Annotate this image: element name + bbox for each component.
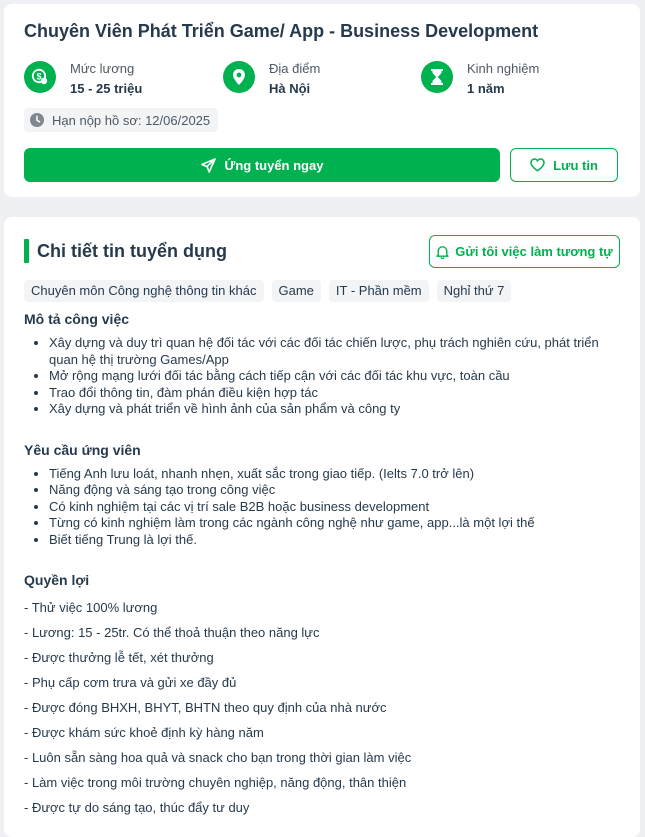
experience-value: 1 năm (467, 81, 505, 96)
list-item: - Được đóng BHXH, BHYT, BHTN theo quy đị… (24, 700, 387, 715)
location-info: Địa điểm Hà Nội (223, 59, 403, 99)
list-item: - Thử việc 100% lương (24, 600, 158, 615)
list-item: Xây dựng và phát triển về hình ảnh của s… (49, 401, 624, 418)
tag-chip[interactable]: IT - Phần mềm (328, 280, 429, 302)
experience-label: Kinh nghiệm (467, 61, 540, 76)
requirements-list: Tiếng Anh lưu loát, nhanh nhẹn, xuất sắc… (49, 466, 624, 549)
svg-text:$: $ (36, 71, 41, 81)
list-item: Mở rộng mạng lưới đối tác bằng cách tiếp… (49, 368, 624, 385)
list-item: - Được khám sức khoẻ định kỳ hàng năm (24, 725, 264, 740)
list-item: - Luôn sẵn sàng hoa quả và snack cho bạn… (24, 750, 412, 765)
benefits-heading: Quyền lợi (24, 572, 90, 588)
benefits-list: - Thử việc 100% lương - Lương: 15 - 25tr… (24, 595, 624, 820)
job-description-content: Mô tả công việc Xây dựng và duy trì quan… (24, 311, 624, 820)
clock-icon (30, 113, 44, 127)
list-item: Từng có kinh nghiệm làm trong các ngành … (49, 515, 624, 532)
bell-icon (436, 245, 449, 259)
heart-icon (530, 158, 545, 172)
money-icon: $ (24, 61, 56, 93)
tag-chip[interactable]: Chuyên môn Công nghệ thông tin khác (24, 280, 264, 302)
job-detail-card: Chi tiết tin tuyển dụng Gửi tôi việc làm… (4, 217, 640, 837)
list-item: - Phụ cấp cơm trưa và gửi xe đầy đủ (24, 675, 237, 690)
list-item: Biết tiếng Trung là lợi thế. (49, 532, 624, 549)
save-job-button[interactable]: Lưu tin (510, 148, 618, 182)
detail-title: Chi tiết tin tuyển dụng (37, 241, 227, 261)
section-accent-bar (24, 239, 29, 263)
salary-info: $ Mức lương 15 - 25 triệu (24, 59, 204, 99)
location-label: Địa điểm (269, 61, 321, 76)
notify-similar-jobs-button[interactable]: Gửi tôi việc làm tương tự (429, 235, 620, 268)
list-item: Trao đổi thông tin, đàm phán điều kiện h… (49, 385, 624, 402)
notify-button-label: Gửi tôi việc làm tương tự (455, 244, 613, 259)
job-summary-card: Chuyên Viên Phát Triển Game/ App - Busin… (4, 4, 640, 197)
list-item: - Làm việc trong môi trường chuyên nghiệ… (24, 775, 407, 790)
description-heading: Mô tả công việc (24, 311, 130, 327)
list-item: Tiếng Anh lưu loát, nhanh nhẹn, xuất sắc… (49, 466, 624, 483)
list-item: - Lương: 15 - 25tr. Có thể thoả thuận th… (24, 625, 320, 640)
list-item: - Được thưởng lễ tết, xét thưởng (24, 650, 214, 665)
map-pin-icon (223, 61, 255, 93)
list-item: Có kinh nghiệm tại các vị trí sale B2B h… (49, 499, 624, 516)
apply-button[interactable]: Ứng tuyển ngay (24, 148, 500, 182)
apply-button-label: Ứng tuyển ngay (224, 157, 324, 173)
job-title: Chuyên Viên Phát Triển Game/ App - Busin… (24, 21, 539, 41)
deadline-text: Hạn nộp hồ sơ: 12/06/2025 (52, 112, 211, 128)
experience-info: Kinh nghiệm 1 năm (421, 59, 601, 99)
save-job-label: Lưu tin (553, 157, 598, 173)
tag-chip[interactable]: Game (271, 280, 321, 302)
description-list: Xây dựng và duy trì quan hệ đối tác với … (49, 335, 624, 418)
requirements-heading: Yêu cầu ứng viên (24, 441, 141, 458)
tag-list: Chuyên môn Công nghệ thông tin khác Game… (24, 280, 512, 302)
tag-chip[interactable]: Nghỉ thứ 7 (436, 280, 512, 302)
salary-label: Mức lương (70, 61, 135, 76)
salary-value: 15 - 25 triệu (70, 81, 143, 96)
deadline-badge: Hạn nộp hồ sơ: 12/06/2025 (24, 108, 219, 132)
list-item: - Được tự do sáng tạo, thúc đẩy tư duy (24, 800, 250, 815)
location-value: Hà Nội (269, 81, 311, 96)
list-item: Xây dựng và duy trì quan hệ đối tác với … (49, 335, 624, 368)
list-item: Năng động và sáng tạo trong công việc (49, 482, 624, 499)
paper-plane-icon (200, 157, 216, 173)
hourglass-icon (421, 61, 453, 93)
